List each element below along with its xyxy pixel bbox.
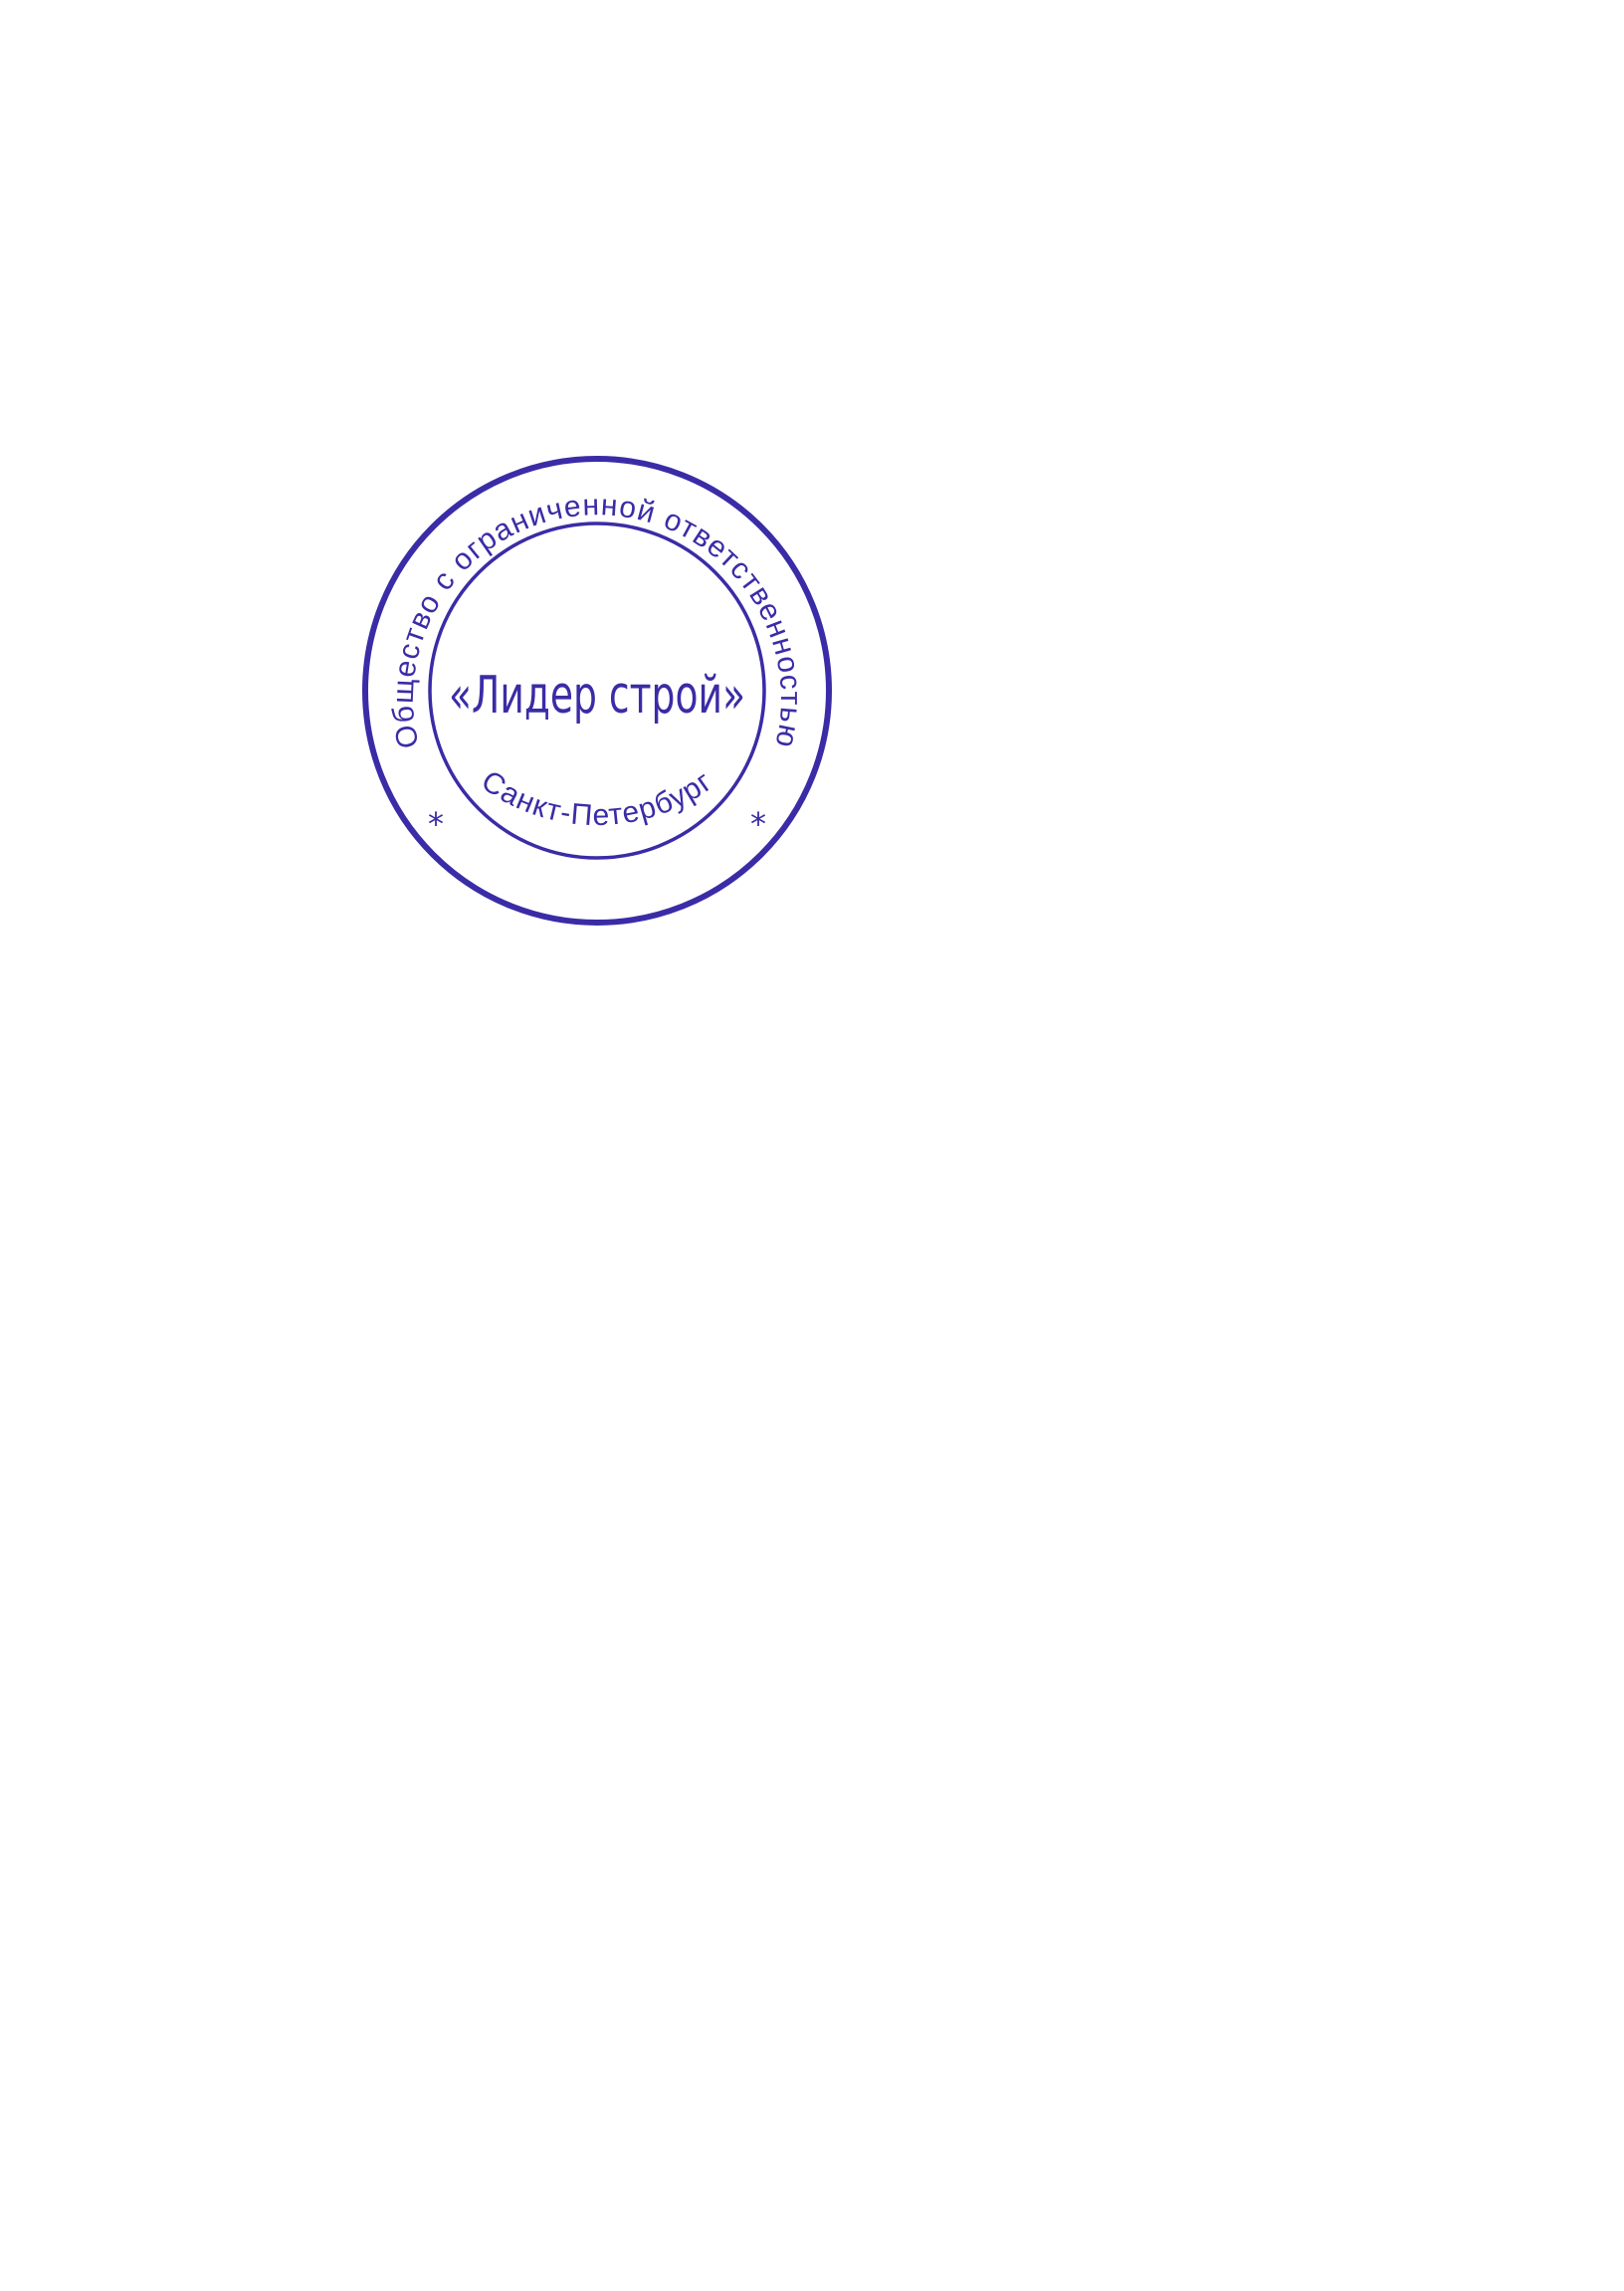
seal-star-left: * — [428, 805, 444, 843]
company-seal: Общество с ограниченной ответственностью… — [358, 452, 836, 930]
document-page: Общество с ограниченной ответственностью… — [0, 0, 1624, 2291]
seal-graphic: Общество с ограниченной ответственностью… — [362, 456, 832, 926]
seal-company-name: «Лидер строй» — [449, 666, 745, 726]
seal-bottom-text: Санкт-Петербург — [476, 764, 718, 832]
seal-bottom-textpath: Санкт-Петербург — [476, 764, 717, 832]
seal-star-right: * — [750, 805, 766, 843]
